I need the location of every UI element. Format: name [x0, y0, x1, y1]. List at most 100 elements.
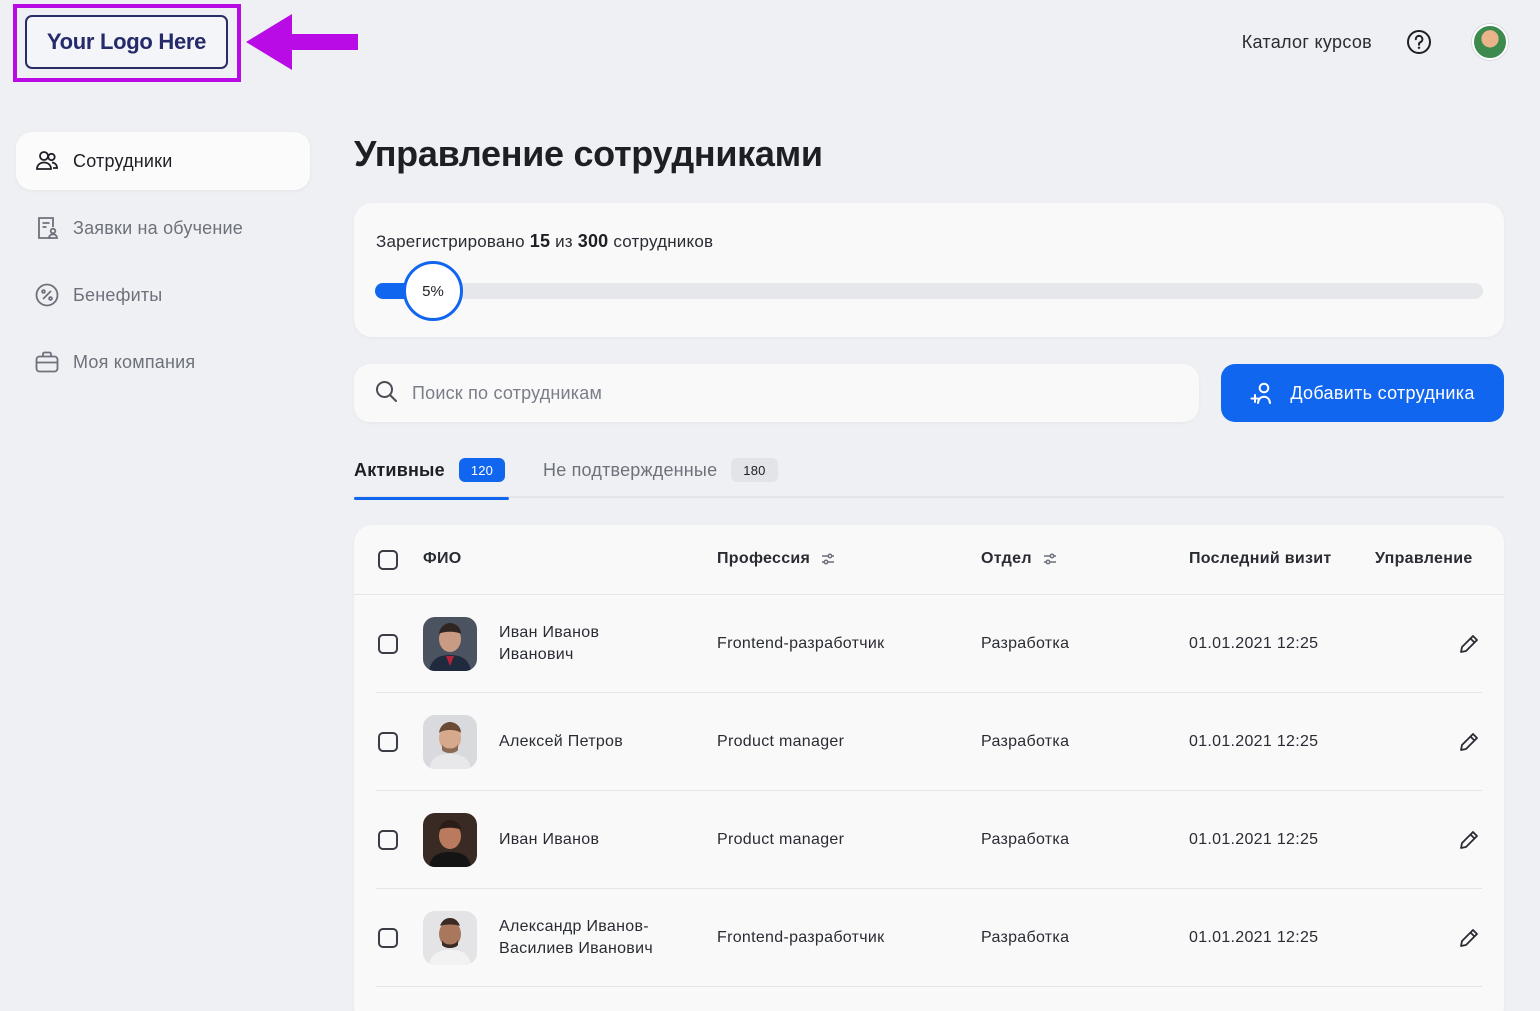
header-actions: Каталог курсов [1242, 22, 1508, 62]
sidebar-item-benefits[interactable]: Бенефиты [16, 266, 310, 324]
active-tab-indicator [354, 497, 509, 500]
search-box[interactable] [354, 364, 1199, 422]
employee-name-line: Иван Иванов [499, 624, 600, 641]
progress-percent: 5% [422, 282, 444, 300]
column-actions-label: Управление [1375, 550, 1473, 567]
sidebar-item-employees[interactable]: Сотрудники [16, 132, 310, 190]
sidebar-item-label: Сотрудники [73, 150, 173, 171]
tab-unconfirmed[interactable]: Не подтвержденные 180 [543, 458, 778, 482]
employee-name: Алексей Петров [499, 731, 623, 753]
summary-prefix: Зарегистрировано [376, 232, 525, 251]
table-row[interactable]: Алексей Петров Product manager Разработк… [354, 693, 1504, 791]
column-name: ФИО [423, 550, 462, 568]
percent-badge-icon [34, 282, 60, 308]
document-user-icon [34, 215, 60, 241]
select-all-checkbox[interactable] [378, 550, 398, 570]
row-checkbox[interactable] [378, 928, 398, 948]
employee-last-visit: 01.01.2021 12:25 [1189, 929, 1319, 946]
add-employee-label: Добавить сотрудника [1290, 382, 1475, 403]
row-checkbox[interactable] [378, 634, 398, 654]
column-name-label: ФИО [423, 550, 462, 567]
employee-name-line: Иванович [499, 646, 574, 663]
table-header: ФИО Профессия Отдел Последний визит Упра… [354, 525, 1504, 595]
employee-last-visit: 01.01.2021 12:25 [1189, 733, 1319, 750]
users-icon [34, 148, 60, 174]
employees-table: ФИО Профессия Отдел Последний визит Упра… [354, 525, 1504, 1011]
sidebar-item-my-company[interactable]: Моя компания [16, 333, 310, 391]
table-row[interactable]: Иван Иванов Иванович Frontend-разработчи… [354, 595, 1504, 693]
row-checkbox[interactable] [378, 732, 398, 752]
employee-name-line: Иван Иванов [499, 831, 600, 848]
sidebar-item-label: Заявки на обучение [73, 217, 243, 238]
pencil-icon[interactable] [1456, 729, 1482, 755]
table-row[interactable]: Александр Иванов- Василиев Иванович Fron… [354, 889, 1504, 987]
sort-icon [1042, 551, 1058, 567]
row-divider [376, 986, 1482, 987]
sidebar: Сотрудники Заявки на обучение Бенефиты М… [16, 132, 310, 400]
sidebar-item-label: Моя компания [73, 351, 196, 372]
column-last-visit-label: Последний визит [1189, 550, 1332, 567]
count-badge: 180 [731, 458, 778, 482]
registration-progress-card: Зарегистрировано 15 из 300 сотрудников 5… [354, 203, 1504, 337]
sort-icon [820, 551, 836, 567]
employee-name-line: Василиев Иванович [499, 940, 653, 957]
total-count: 300 [577, 231, 609, 251]
employee-profession: Frontend-разработчик [717, 929, 885, 946]
pencil-icon[interactable] [1456, 827, 1482, 853]
tab-label: Не подтвержденные [543, 459, 718, 480]
employee-tabs: Активные 120 Не подтвержденные 180 [354, 452, 1504, 500]
employee-name: Иван Иванов [499, 829, 599, 851]
employee-department: Разработка [981, 929, 1070, 946]
pencil-icon[interactable] [1456, 631, 1482, 657]
search-input[interactable] [412, 382, 1172, 404]
employee-last-visit: 01.01.2021 12:25 [1189, 831, 1319, 848]
column-profession[interactable]: Профессия [717, 550, 836, 568]
row-checkbox[interactable] [378, 830, 398, 850]
table-row[interactable]: Иван Иванов Product manager Разработка 0… [354, 791, 1504, 889]
employee-photo [423, 911, 477, 965]
count-badge: 120 [458, 458, 506, 482]
employee-last-visit: 01.01.2021 12:25 [1189, 635, 1319, 652]
progress-track: 5% [375, 261, 1483, 321]
summary-suffix: сотрудников [613, 232, 714, 251]
column-actions: Управление [1375, 550, 1473, 568]
summary-middle: из [555, 232, 573, 251]
employee-name: Иван Иванов Иванович [499, 622, 599, 666]
catalog-link[interactable]: Каталог курсов [1242, 32, 1372, 53]
registered-count: 15 [529, 231, 551, 251]
briefcase-icon [34, 349, 60, 375]
page-title: Управление сотрудниками [354, 133, 823, 174]
add-user-icon [1250, 380, 1276, 406]
column-profession-label: Профессия [717, 550, 811, 567]
arrow-left-icon [246, 14, 358, 70]
employee-department: Разработка [981, 831, 1070, 848]
employee-photo [423, 715, 477, 769]
employee-name-line: Алексей Петров [499, 733, 624, 750]
sidebar-item-training-requests[interactable]: Заявки на обучение [16, 199, 310, 257]
logo-text: Your Logo Here [46, 29, 207, 54]
employee-name: Александр Иванов- Василиев Иванович [499, 916, 653, 960]
page: Your Logo Here Каталог курсов Сотрудники… [0, 0, 1540, 1011]
employee-profession: Product manager [717, 733, 845, 750]
progress-knob: 5% [403, 261, 463, 321]
avatar[interactable] [1472, 24, 1508, 60]
tab-label: Активные [354, 459, 445, 480]
column-department-label: Отдел [981, 550, 1032, 567]
question-circle-icon[interactable] [1406, 29, 1432, 55]
employee-profession: Frontend-разработчик [717, 635, 885, 652]
employee-photo [423, 617, 477, 671]
employee-department: Разработка [981, 635, 1070, 652]
logo[interactable]: Your Logo Here [25, 15, 228, 69]
add-employee-button[interactable]: Добавить сотрудника [1221, 364, 1504, 422]
employee-photo [423, 813, 477, 867]
pencil-icon[interactable] [1456, 925, 1482, 951]
search-icon [374, 379, 398, 408]
registration-summary: Зарегистрировано 15 из 300 сотрудников [376, 231, 713, 252]
tab-active[interactable]: Активные 120 [354, 458, 506, 482]
column-last-visit: Последний визит [1189, 550, 1332, 568]
employee-name-line: Александр Иванов- [499, 918, 649, 935]
employee-profession: Product manager [717, 831, 845, 848]
employee-department: Разработка [981, 733, 1070, 750]
sidebar-item-label: Бенефиты [73, 284, 163, 305]
column-department[interactable]: Отдел [981, 550, 1058, 568]
